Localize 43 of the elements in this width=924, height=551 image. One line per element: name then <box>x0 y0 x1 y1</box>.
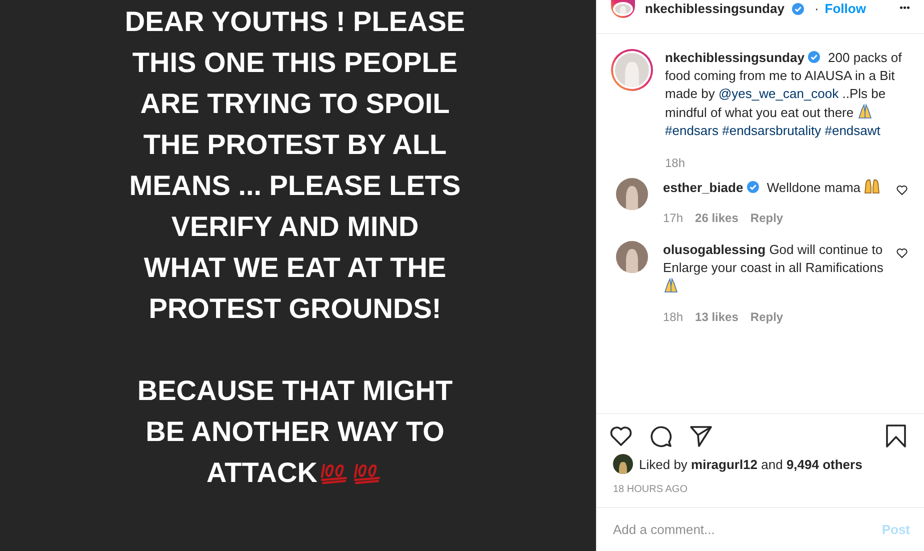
story-text: ATTACK <box>206 456 318 490</box>
story-text: BECAUSE THAT MIGHT <box>136 374 454 408</box>
others-link[interactable]: 9,494 others <box>786 456 862 472</box>
timestamp: 18h <box>665 156 686 170</box>
hashtag-link[interactable]: @yes_we_can_cook <box>718 86 839 101</box>
post-time: 18 HOURS AGO <box>597 474 924 508</box>
avatar <box>613 454 633 474</box>
story-text: ARE TRYING TO SPOIL <box>139 87 451 121</box>
story-text: BE ANOTHER WAY TO <box>144 415 446 449</box>
story-text: THE PROTEST BY ALL <box>142 128 448 162</box>
username-link[interactable]: nkechiblessingsunday <box>645 1 784 16</box>
story-text: WHAT WE EAT AT THE <box>142 251 448 285</box>
verified-badge-icon <box>808 51 820 63</box>
hashtag-link[interactable]: #endsars <box>665 123 718 138</box>
more-options-button[interactable]: ••• <box>899 3 910 14</box>
timestamp: 18h <box>663 310 684 324</box>
folded-hands-icon <box>857 103 874 119</box>
story-text: PROTEST GROUNDS! <box>148 292 442 326</box>
bookmark-icon[interactable] <box>884 424 908 448</box>
story-text: THIS ONE THIS PEOPLE <box>131 46 459 80</box>
timestamp: 17h <box>663 211 684 225</box>
comment-text: olusogablessing God will continue to Enlarge your coast in all Ramifications <box>663 241 886 296</box>
caption-text: nkechiblessingsunday 200 packs of food coming from me to AIAUSA in a Bit made by @yes_we_can_cook ..Pls be mindful of what you eat out there #endsars #endsarsbrutality #endsawt <box>665 49 903 140</box>
story-text: MEANS ... PLEASE LETS <box>128 169 462 203</box>
comment-text: esther_biade Welldone mama <box>663 178 886 197</box>
comment-icon[interactable] <box>649 424 673 448</box>
avatar[interactable] <box>616 241 648 273</box>
avatar[interactable] <box>611 49 653 91</box>
user-link[interactable]: miragurl12 <box>691 456 758 472</box>
avatar[interactable] <box>616 178 648 210</box>
raised-hands-icon <box>864 178 880 194</box>
hashtag-link[interactable]: #endsarsbrutality <box>722 123 822 138</box>
likes-summary: Liked by miragurl12 and 9,494 others <box>639 456 862 472</box>
hashtag-link[interactable]: #endsawt <box>824 123 880 138</box>
story-text: VERIFY AND MIND <box>170 210 420 244</box>
send-icon[interactable] <box>689 424 713 448</box>
like-icon[interactable] <box>896 247 908 259</box>
separator: · <box>814 1 819 16</box>
like-icon[interactable] <box>609 424 633 448</box>
story-text: DEAR YOUTHS ! PLEASE <box>124 5 466 39</box>
like-icon[interactable] <box>896 184 908 196</box>
avatar[interactable] <box>611 0 635 18</box>
folded-hands-icon <box>663 277 679 293</box>
